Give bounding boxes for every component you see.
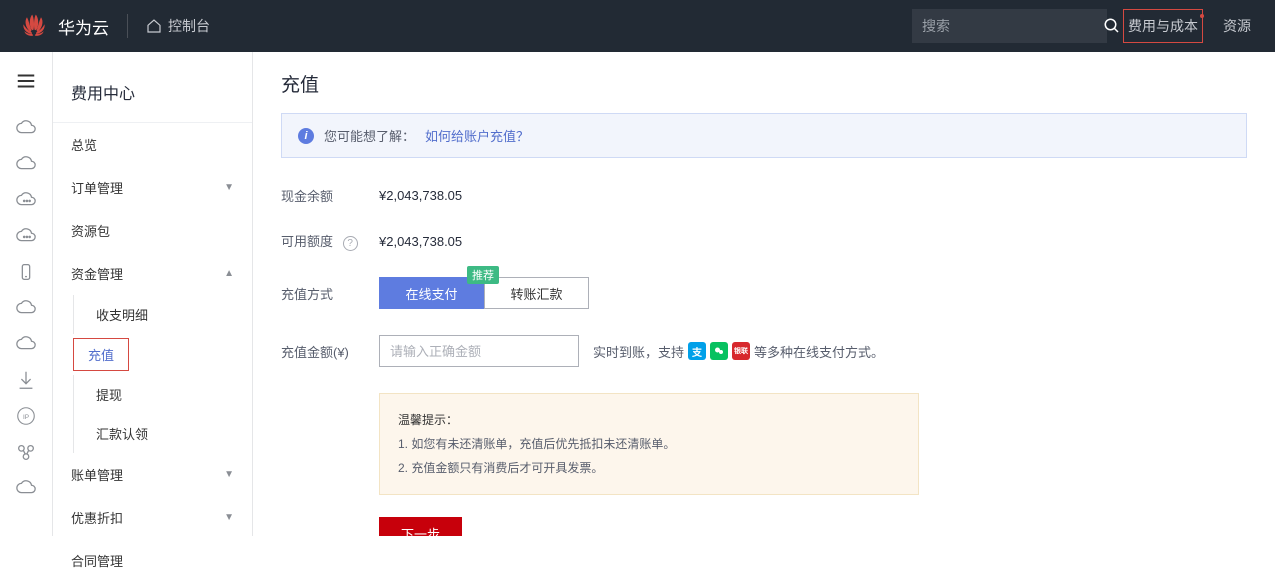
resources-link[interactable]: 资源 [1219, 10, 1255, 42]
tips-title: 温馨提示： [398, 408, 900, 432]
label-amount: 充值金额(¥) [281, 342, 379, 361]
wechat-icon [710, 342, 728, 360]
page-title: 充值 [281, 70, 1247, 97]
console-label: 控制台 [168, 16, 210, 36]
info-link[interactable]: 如何给账户充值？ [425, 126, 529, 145]
label-cash-balance: 现金余额 [281, 186, 379, 205]
label-available-quota: 可用额度 ? [281, 231, 379, 251]
huawei-logo-icon [20, 12, 48, 40]
sub-recharge[interactable]: 充值 [73, 338, 129, 371]
sub-transactions[interactable]: 收支明细 [73, 295, 252, 334]
rail-icon-device[interactable] [0, 254, 53, 290]
rail-icon-cloud-dots[interactable] [0, 182, 53, 218]
rail-icon-ip[interactable]: IP [0, 398, 53, 434]
menu-toggle[interactable] [0, 52, 53, 110]
billing-link[interactable]: 费用与成本 [1123, 9, 1203, 43]
info-icon: i [298, 128, 314, 144]
search-icon[interactable] [1103, 17, 1121, 35]
sub-remit-claim[interactable]: 汇款认领 [73, 414, 252, 453]
unionpay-icon: 银联 [732, 342, 750, 360]
next-button[interactable]: 下一步 [379, 517, 462, 536]
tips-box: 温馨提示： 1. 如您有未还清账单，充值后优先抵扣未还清账单。 2. 充值金额只… [379, 393, 919, 495]
rail-icon-cloud-2[interactable] [0, 146, 53, 182]
notification-dot-icon [1200, 14, 1204, 18]
rail-icon-cloud-5[interactable] [0, 326, 53, 362]
caret-down-icon: ▼ [224, 182, 234, 193]
caret-up-icon: ▲ [224, 268, 234, 279]
caret-down-icon: ▼ [224, 512, 234, 523]
nav-bills[interactable]: 账单管理▼ [53, 453, 252, 496]
rail-icon-cloud-6[interactable] [0, 470, 53, 506]
search-input[interactable] [922, 18, 1103, 34]
rail-icon-cloud-3[interactable] [0, 218, 53, 254]
brand-name: 华为云 [58, 14, 109, 39]
nav-orders[interactable]: 订单管理▼ [53, 166, 252, 209]
nav-resource-pkg[interactable]: 资源包 [53, 209, 252, 252]
recommend-badge: 推荐 [467, 266, 499, 284]
amount-hint: 实时到账，支持 支 银联 等多种在线支付方式。 [593, 342, 884, 361]
rail-icon-cloud-1[interactable] [0, 110, 53, 146]
home-icon [146, 18, 162, 34]
rail-icon-deploy[interactable] [0, 362, 53, 398]
tips-line-2: 2. 充值金额只有消费后才可开具发票。 [398, 456, 900, 480]
rail-icon-network[interactable] [0, 434, 53, 470]
tips-line-1: 1. 如您有未还清账单，充值后优先抵扣未还清账单。 [398, 432, 900, 456]
rail-icon-cloud-4[interactable] [0, 290, 53, 326]
console-link[interactable]: 控制台 [146, 16, 210, 36]
alipay-icon: 支 [688, 342, 706, 360]
value-cash-balance: ¥2,043,738.05 [379, 188, 462, 203]
info-prefix: 您可能想了解： [324, 126, 415, 145]
header-divider [127, 14, 128, 38]
svg-text:IP: IP [23, 414, 29, 421]
value-available-quota: ¥2,043,738.05 [379, 234, 462, 249]
info-banner: i 您可能想了解： 如何给账户充值？ [281, 113, 1247, 158]
amount-input[interactable] [379, 335, 579, 367]
sidebar-title: 费用中心 [53, 72, 252, 123]
caret-down-icon: ▼ [224, 469, 234, 480]
label-method: 充值方式 [281, 284, 379, 303]
search-box[interactable] [912, 9, 1107, 43]
sub-withdraw[interactable]: 提现 [73, 375, 252, 414]
nav-contracts[interactable]: 合同管理 [53, 539, 252, 582]
nav-discounts[interactable]: 优惠折扣▼ [53, 496, 252, 539]
help-icon[interactable]: ? [343, 236, 358, 251]
method-transfer[interactable]: 转账汇款 [484, 277, 589, 309]
nav-overview[interactable]: 总览 [53, 123, 252, 166]
nav-funds[interactable]: 资金管理▲ [53, 252, 252, 295]
